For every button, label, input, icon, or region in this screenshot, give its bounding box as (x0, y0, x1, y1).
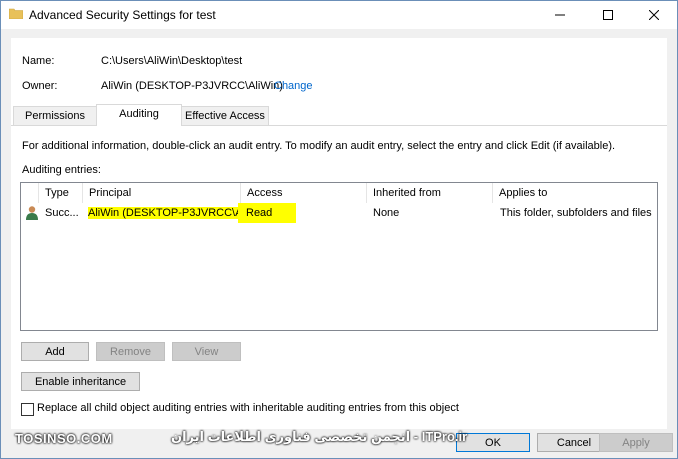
cell-applies-to: This folder, subfolders and files (500, 207, 652, 219)
window-title: Advanced Security Settings for test (29, 8, 216, 22)
close-icon (649, 10, 659, 20)
replace-child-entries-checkbox[interactable] (21, 403, 34, 416)
tab-permissions[interactable]: Permissions (13, 106, 97, 125)
owner-value: AliWin (DESKTOP-P3JVRCC\AliWin) (101, 80, 283, 92)
title-bar[interactable]: Advanced Security Settings for test (1, 1, 677, 29)
auditing-description: For additional information, double-click… (22, 140, 616, 152)
owner-label: Owner: (22, 80, 58, 92)
table-row[interactable]: Succ... AliWin (DESKTOP-P3JVRCC\A... Rea… (21, 203, 657, 223)
column-header-type[interactable]: Type (39, 183, 83, 203)
minimize-button[interactable] (537, 1, 583, 29)
tab-effective-access[interactable]: Effective Access (181, 106, 269, 125)
minimize-icon (555, 14, 565, 16)
cell-principal: AliWin (DESKTOP-P3JVRCC\A... (88, 203, 238, 223)
view-button[interactable]: View (172, 342, 241, 361)
tab-auditing[interactable]: Auditing (96, 104, 182, 126)
column-header-access[interactable]: Access (241, 183, 367, 203)
cell-type: Succ... (45, 207, 79, 219)
list-header: Type Principal Access Inherited from App… (21, 183, 657, 203)
maximize-icon (603, 10, 613, 20)
advanced-security-settings-window: Advanced Security Settings for test Name… (0, 0, 678, 459)
add-button[interactable]: Add (21, 342, 89, 361)
remove-button[interactable]: Remove (96, 342, 165, 361)
close-button[interactable] (631, 1, 677, 29)
user-icon (26, 206, 38, 220)
enable-inheritance-button[interactable]: Enable inheritance (21, 372, 140, 391)
auditing-entries-list[interactable]: Type Principal Access Inherited from App… (20, 182, 658, 331)
name-value: C:\Users\AliWin\Desktop\test (101, 55, 243, 67)
apply-button[interactable]: Apply (599, 433, 673, 452)
folder-icon (9, 8, 23, 19)
cell-principal-text: AliWin (DESKTOP-P3JVRCC\A... (88, 207, 238, 219)
column-header-inherited-from[interactable]: Inherited from (367, 183, 493, 203)
column-header-icon[interactable] (21, 183, 39, 203)
replace-child-entries-label: Replace all child object auditing entrie… (37, 402, 459, 414)
watermark-left: TOSINSO.COM (15, 431, 113, 446)
maximize-button[interactable] (585, 1, 631, 29)
watermark-right: انجمن تخصصی فناوری اطلاعات ایران - ITPro… (171, 429, 468, 444)
auditing-entries-label: Auditing entries: (22, 164, 101, 176)
name-label: Name: (22, 55, 55, 67)
cell-access: Read (238, 203, 296, 223)
column-header-applies-to[interactable]: Applies to (493, 183, 655, 203)
change-owner-link[interactable]: Change (274, 80, 313, 92)
cell-inherited-from: None (373, 207, 400, 219)
column-header-principal[interactable]: Principal (83, 183, 241, 203)
